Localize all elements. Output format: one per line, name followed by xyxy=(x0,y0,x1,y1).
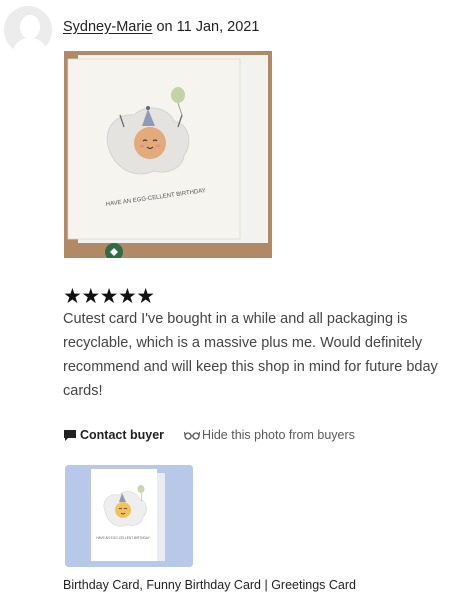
thumbnail-card-caption: HAVE AN EGG-CELLENT BIRTHDAY xyxy=(96,536,150,540)
review-photo[interactable]: HAVE AN EGG-CELLENT BIRTHDAY xyxy=(64,51,272,258)
date-prefix: on xyxy=(152,19,177,35)
reviewer-line: Sydney-Marie on 11 Jan, 2021 xyxy=(63,18,259,36)
glasses-icon xyxy=(184,431,201,440)
review-text: Cutest card I've bought in a while and a… xyxy=(63,311,438,399)
star-rating: ★★★★★ xyxy=(63,284,155,308)
contact-buyer-button[interactable]: Contact buyer xyxy=(63,428,164,442)
review-card: Sydney-Marie on 11 Jan, 2021 HAVE AN EGG… xyxy=(0,0,474,600)
contact-buyer-label: Contact buyer xyxy=(80,428,165,442)
review-photo-image: HAVE AN EGG-CELLENT BIRTHDAY xyxy=(64,51,272,258)
review-date: 11 Jan, 2021 xyxy=(176,19,260,35)
reviewer-name-link[interactable]: Sydney-Marie xyxy=(63,19,152,35)
listing-thumbnail[interactable]: HAVE AN EGG-CELLENT BIRTHDAY xyxy=(65,465,193,567)
chat-bubble-icon xyxy=(64,429,76,441)
hide-photo-button[interactable]: Hide this photo from buyers xyxy=(184,428,355,442)
listing-thumbnail-image: HAVE AN EGG-CELLENT BIRTHDAY xyxy=(65,465,193,567)
hide-photo-label: Hide this photo from buyers xyxy=(202,428,355,442)
listing-title-link[interactable]: Birthday Card, Funny Birthday Card | Gre… xyxy=(63,577,356,593)
avatar[interactable] xyxy=(4,6,52,54)
review-actions: Contact buyer Hide this photo from buyer… xyxy=(63,425,355,445)
default-avatar-icon xyxy=(4,6,52,54)
